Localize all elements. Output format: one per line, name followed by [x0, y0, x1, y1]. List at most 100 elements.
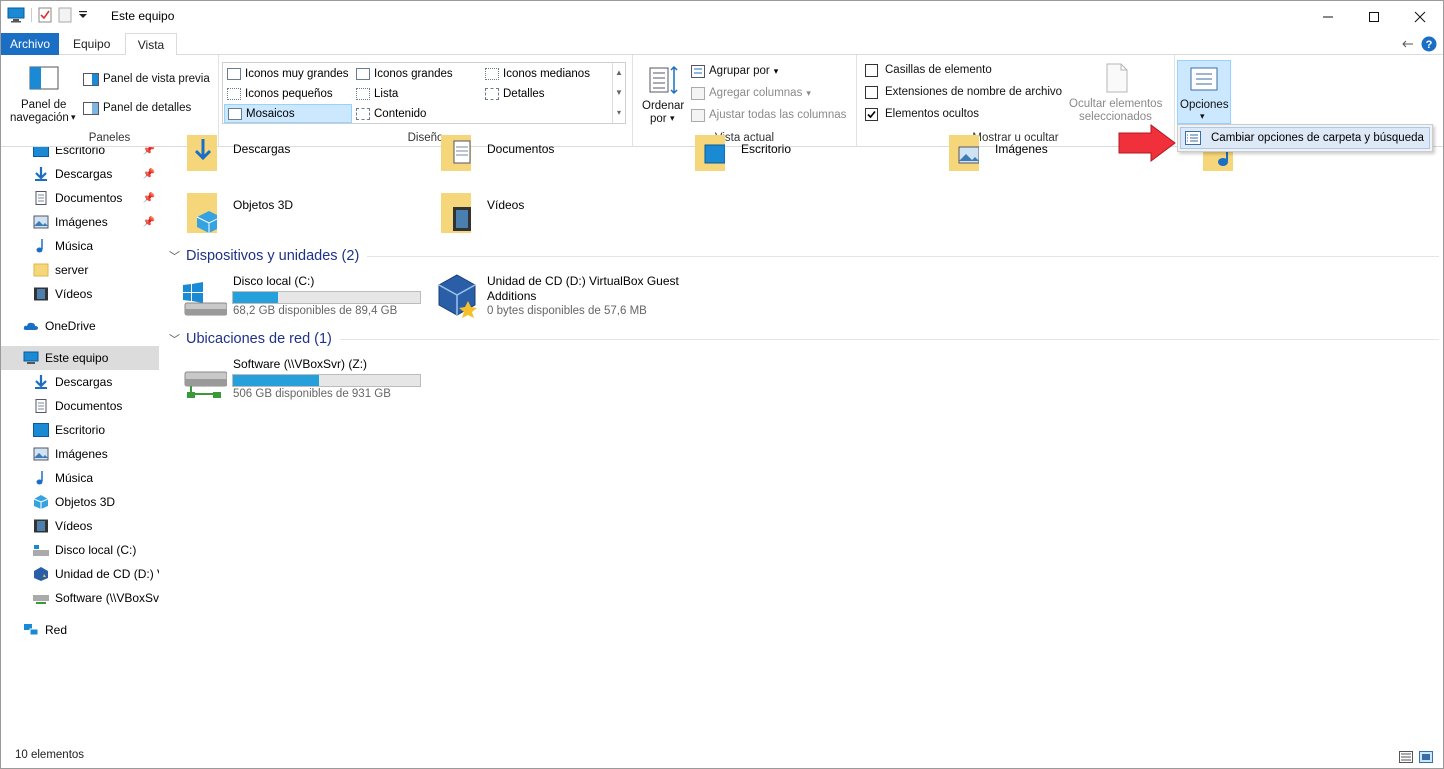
- details-pane-icon: [83, 101, 99, 115]
- options-button[interactable]: Opciones ▾: [1177, 60, 1231, 124]
- music-icon: [36, 239, 43, 253]
- folder-descargas[interactable]: Descargas: [187, 135, 427, 185]
- details-view-icon[interactable]: [1399, 751, 1413, 763]
- nav-pc-objetos-3d[interactable]: Objetos 3D: [1, 490, 159, 514]
- nav-pc-unidad-d[interactable]: Unidad de CD (D:) V: [1, 562, 159, 586]
- nav-label: Escritorio: [55, 147, 106, 157]
- ribbon-expand-icon[interactable]: [1401, 38, 1415, 50]
- fit-columns-button[interactable]: Ajustar todas las columnas: [691, 107, 846, 123]
- nav-label: Red: [45, 623, 68, 637]
- gallery-scroll[interactable]: ▲ ▼ ▾: [612, 63, 625, 123]
- close-button[interactable]: [1397, 1, 1443, 33]
- details-icon: [485, 87, 499, 100]
- layout-content[interactable]: Contenido: [353, 104, 481, 123]
- layout-label: Iconos grandes: [374, 67, 453, 80]
- navigation-pane-button[interactable]: Panel de navegación ▾: [7, 61, 79, 127]
- drive-name: Software (\\VBoxSvr) (Z:): [233, 357, 368, 371]
- group-by-button[interactable]: Agrupar por ▾: [691, 63, 778, 79]
- nav-label: Vídeos: [55, 519, 93, 533]
- quick-access-toolbar: [7, 7, 88, 23]
- folder-videos[interactable]: Vídeos: [441, 191, 681, 241]
- section-network[interactable]: ﹀ Ubicaciones de red (1): [169, 329, 1439, 349]
- hide-selected-button[interactable]: Ocultar elementos seleccionados: [1065, 61, 1171, 127]
- add-columns-button[interactable]: Agregar columnas ▾: [691, 85, 811, 101]
- folder-objetos-3d[interactable]: Objetos 3D: [187, 191, 427, 241]
- details-pane-button[interactable]: Panel de detalles: [83, 100, 191, 116]
- nav-pc-imagenes[interactable]: Imágenes: [1, 442, 159, 466]
- layout-label: Mosaicos: [246, 107, 295, 120]
- nav-onedrive[interactable]: OneDrive: [1, 314, 159, 338]
- network-drive-icon: [184, 371, 227, 398]
- hidden-items-checkbox[interactable]: [865, 108, 878, 121]
- nav-quick-imagenes[interactable]: Imágenes 📌: [1, 210, 159, 234]
- change-folder-options-item[interactable]: Cambiar opciones de carpeta y búsqueda: [1180, 127, 1430, 149]
- layout-extra-large-icons[interactable]: Iconos muy grandes: [224, 64, 352, 83]
- layout-list[interactable]: Lista: [353, 84, 481, 103]
- nav-label: Objetos 3D: [55, 495, 116, 509]
- minimize-button[interactable]: [1305, 1, 1351, 33]
- large-icons-view-icon[interactable]: [1419, 751, 1433, 763]
- properties-icon[interactable]: [38, 7, 52, 23]
- documents-icon: [35, 399, 47, 413]
- help-icon[interactable]: ?: [1421, 36, 1437, 52]
- layout-small-icons[interactable]: Iconos pequeños: [224, 84, 352, 103]
- section-devices[interactable]: ﹀ Dispositivos y unidades (2): [169, 246, 1439, 266]
- documents-icon: [35, 191, 47, 205]
- nav-pc-documentos[interactable]: Documentos: [1, 394, 159, 418]
- nav-pc-videos[interactable]: Vídeos: [1, 514, 159, 538]
- sort-by-button[interactable]: Ordenar por ▾: [641, 63, 687, 127]
- drive-d[interactable]: Unidad de CD (D:) VirtualBox Guest Addit…: [435, 273, 715, 323]
- sort-icon: [649, 65, 678, 95]
- nav-pc-disco-c[interactable]: Disco local (C:): [1, 538, 159, 562]
- customize-qat-icon[interactable]: [78, 10, 88, 20]
- hide-selected-icon: [1106, 63, 1128, 93]
- pictures-folder-icon: [949, 135, 979, 171]
- folder-escritorio[interactable]: Escritorio: [695, 135, 935, 185]
- options-dropdown: Cambiar opciones de carpeta y búsqueda: [1177, 124, 1433, 152]
- nav-pc-software-z[interactable]: Software (\\VBoxSv: [1, 586, 159, 610]
- nav-quick-documentos[interactable]: Documentos 📌: [1, 186, 159, 210]
- nav-quick-server[interactable]: server: [1, 258, 159, 282]
- nav-quick-videos[interactable]: Vídeos: [1, 282, 159, 306]
- nav-label: Este equipo: [45, 351, 109, 365]
- folder-name: Descargas: [233, 142, 291, 156]
- windows-drive-icon: [183, 282, 227, 316]
- nav-label: OneDrive: [45, 319, 96, 333]
- maximize-button[interactable]: [1351, 1, 1397, 33]
- drive-c[interactable]: Disco local (C:) 68,2 GB disponibles de …: [181, 273, 431, 323]
- content-icon: [356, 107, 370, 120]
- videos-icon: [34, 519, 48, 533]
- nav-red[interactable]: Red: [1, 618, 159, 642]
- layout-large-icons[interactable]: Iconos grandes: [353, 64, 481, 83]
- new-folder-icon[interactable]: [58, 7, 72, 23]
- layout-details[interactable]: Detalles: [482, 84, 610, 103]
- nav-pc-escritorio[interactable]: Escritorio: [1, 418, 159, 442]
- nav-label: Vídeos: [55, 287, 93, 301]
- tab-equipo[interactable]: Equipo: [63, 33, 120, 55]
- network-drive-z[interactable]: Software (\\VBoxSvr) (Z:) 506 GB disponi…: [181, 356, 431, 406]
- layout-medium-icons[interactable]: Iconos medianos: [482, 64, 610, 83]
- title-bar: Este equipo: [1, 1, 1443, 33]
- hidden-items-label: Elementos ocultos: [885, 108, 979, 120]
- nav-label: Disco local (C:): [55, 543, 137, 557]
- group-by-icon: [691, 64, 705, 78]
- item-checkboxes-checkbox[interactable]: [865, 64, 878, 77]
- pin-icon: 📌: [142, 216, 155, 228]
- nav-pc-descargas[interactable]: Descargas: [1, 370, 159, 394]
- drive-free-space: 68,2 GB disponibles de 89,4 GB: [233, 305, 398, 317]
- nav-quick-descargas[interactable]: Descargas 📌: [1, 162, 159, 186]
- nav-quick-musica[interactable]: Música: [1, 234, 159, 258]
- nav-este-equipo[interactable]: Este equipo: [1, 346, 159, 370]
- layout-label: Iconos pequeños: [245, 87, 333, 100]
- layout-tiles[interactable]: Mosaicos: [224, 104, 352, 123]
- drive-z-usage-bar: [232, 374, 421, 387]
- folder-documentos[interactable]: Documentos: [441, 135, 681, 185]
- tab-archivo[interactable]: Archivo: [1, 33, 59, 55]
- nav-quick-escritorio[interactable]: Escritorio 📌: [1, 147, 159, 162]
- computer-icon: [7, 7, 25, 23]
- extensions-checkbox[interactable]: [865, 86, 878, 99]
- tab-vista[interactable]: Vista: [125, 33, 177, 56]
- usage-fill: [233, 375, 320, 386]
- preview-pane-button[interactable]: Panel de vista previa: [83, 71, 210, 87]
- nav-pc-musica[interactable]: Música: [1, 466, 159, 490]
